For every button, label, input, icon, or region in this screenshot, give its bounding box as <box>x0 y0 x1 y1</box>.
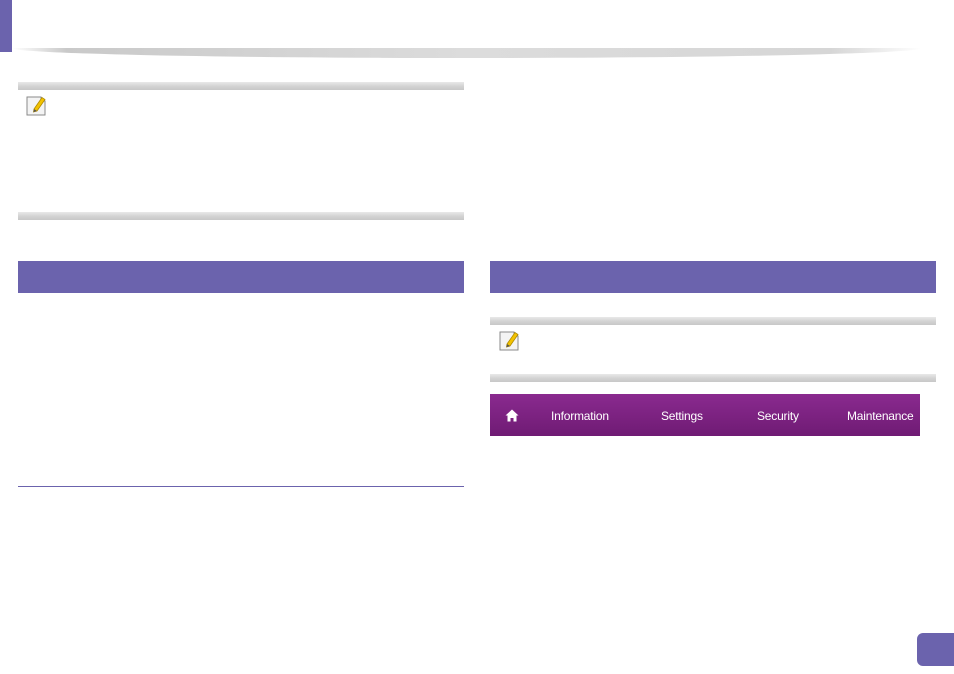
section-header-right <box>490 261 936 293</box>
menu-item-security[interactable]: Security <box>757 394 799 438</box>
document-page: Information Settings Security Maintenanc… <box>0 0 954 674</box>
section-end-rule <box>18 486 464 487</box>
note-top-bar <box>18 82 464 90</box>
home-button[interactable] <box>492 394 532 436</box>
menu-item-maintenance[interactable]: Maintenance <box>847 394 914 438</box>
note-bottom-bar <box>18 212 464 220</box>
section-header-left <box>18 261 464 293</box>
chapter-tab <box>0 0 12 52</box>
note-pencil-icon <box>497 329 521 353</box>
header-divider <box>12 48 922 58</box>
home-icon <box>505 409 519 421</box>
web-service-menu-bar: Information Settings Security Maintenanc… <box>490 394 920 436</box>
menu-item-settings[interactable]: Settings <box>661 394 703 438</box>
note-top-bar-right <box>490 317 936 325</box>
note-pencil-icon <box>24 94 48 118</box>
note-bottom-bar-right <box>490 374 936 382</box>
menu-item-information[interactable]: Information <box>551 394 609 438</box>
page-number-badge <box>917 633 954 666</box>
